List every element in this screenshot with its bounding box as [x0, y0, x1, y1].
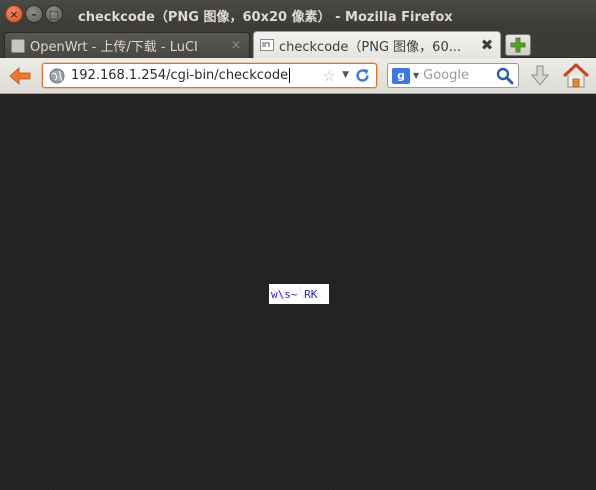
chevron-down-icon[interactable]: ▼: [413, 71, 419, 80]
globe-icon: [49, 68, 65, 83]
captcha-text: w\s~ RK: [271, 288, 318, 301]
new-tab-icon: [510, 37, 526, 53]
title-bar: × – □ checkcode（PNG 图像，60x20 像素） - Mozil…: [0, 0, 596, 28]
new-tab-button[interactable]: [505, 34, 531, 56]
star-icon[interactable]: ☆: [323, 67, 336, 85]
search-input[interactable]: Google: [423, 68, 496, 83]
download-icon[interactable]: [528, 65, 552, 87]
window-title: checkcode（PNG 图像，60x20 像素） - Mozilla Fir…: [78, 10, 453, 25]
tab-close-button[interactable]: ×: [227, 38, 245, 53]
close-icon: ×: [9, 7, 19, 21]
back-arrow-icon: [9, 67, 31, 85]
window-maximize-button[interactable]: □: [45, 5, 63, 23]
page-icon: [11, 38, 25, 53]
text-caret: [289, 68, 291, 83]
tab-openwrt-luci[interactable]: OpenWrt - 上传/下载 - LuCI ×: [4, 32, 250, 58]
tab-close-button[interactable]: ✖: [478, 36, 496, 54]
window-controls: × – □: [5, 5, 63, 23]
address-bar[interactable]: 192.168.1.254/cgi-bin/checkcode ☆ ▼: [42, 63, 377, 88]
tab-strip: OpenWrt - 上传/下载 - LuCI × checkcode（PNG 图…: [0, 28, 596, 58]
maximize-icon: □: [48, 7, 60, 21]
reload-icon[interactable]: [354, 67, 371, 84]
search-icon[interactable]: [496, 67, 514, 85]
search-bar[interactable]: g ▼ Google: [387, 63, 519, 88]
url-text[interactable]: 192.168.1.254/cgi-bin/checkcode: [71, 68, 291, 83]
tab-label: checkcode（PNG 图像，60...: [279, 39, 462, 55]
captcha-graphic: w\s~ RK: [269, 284, 329, 304]
chevron-down-icon[interactable]: ▼: [342, 70, 349, 80]
url-value: 192.168.1.254/cgi-bin/checkcode: [71, 68, 289, 83]
navigation-toolbar: 192.168.1.254/cgi-bin/checkcode ☆ ▼ g ▼ …: [0, 58, 596, 94]
captcha-image[interactable]: w\s~ RK: [269, 284, 329, 304]
tab-checkcode[interactable]: checkcode（PNG 图像，60... ✖: [253, 31, 501, 58]
image-icon: [260, 39, 274, 51]
window-minimize-button[interactable]: –: [25, 5, 43, 23]
back-button[interactable]: [6, 64, 34, 88]
home-icon[interactable]: [562, 63, 590, 89]
window-close-button[interactable]: ×: [5, 5, 23, 23]
page-content: w\s~ RK: [0, 95, 596, 490]
google-icon[interactable]: g: [392, 67, 410, 84]
tab-label: OpenWrt - 上传/下载 - LuCI: [30, 40, 198, 55]
minimize-icon: –: [31, 7, 37, 21]
